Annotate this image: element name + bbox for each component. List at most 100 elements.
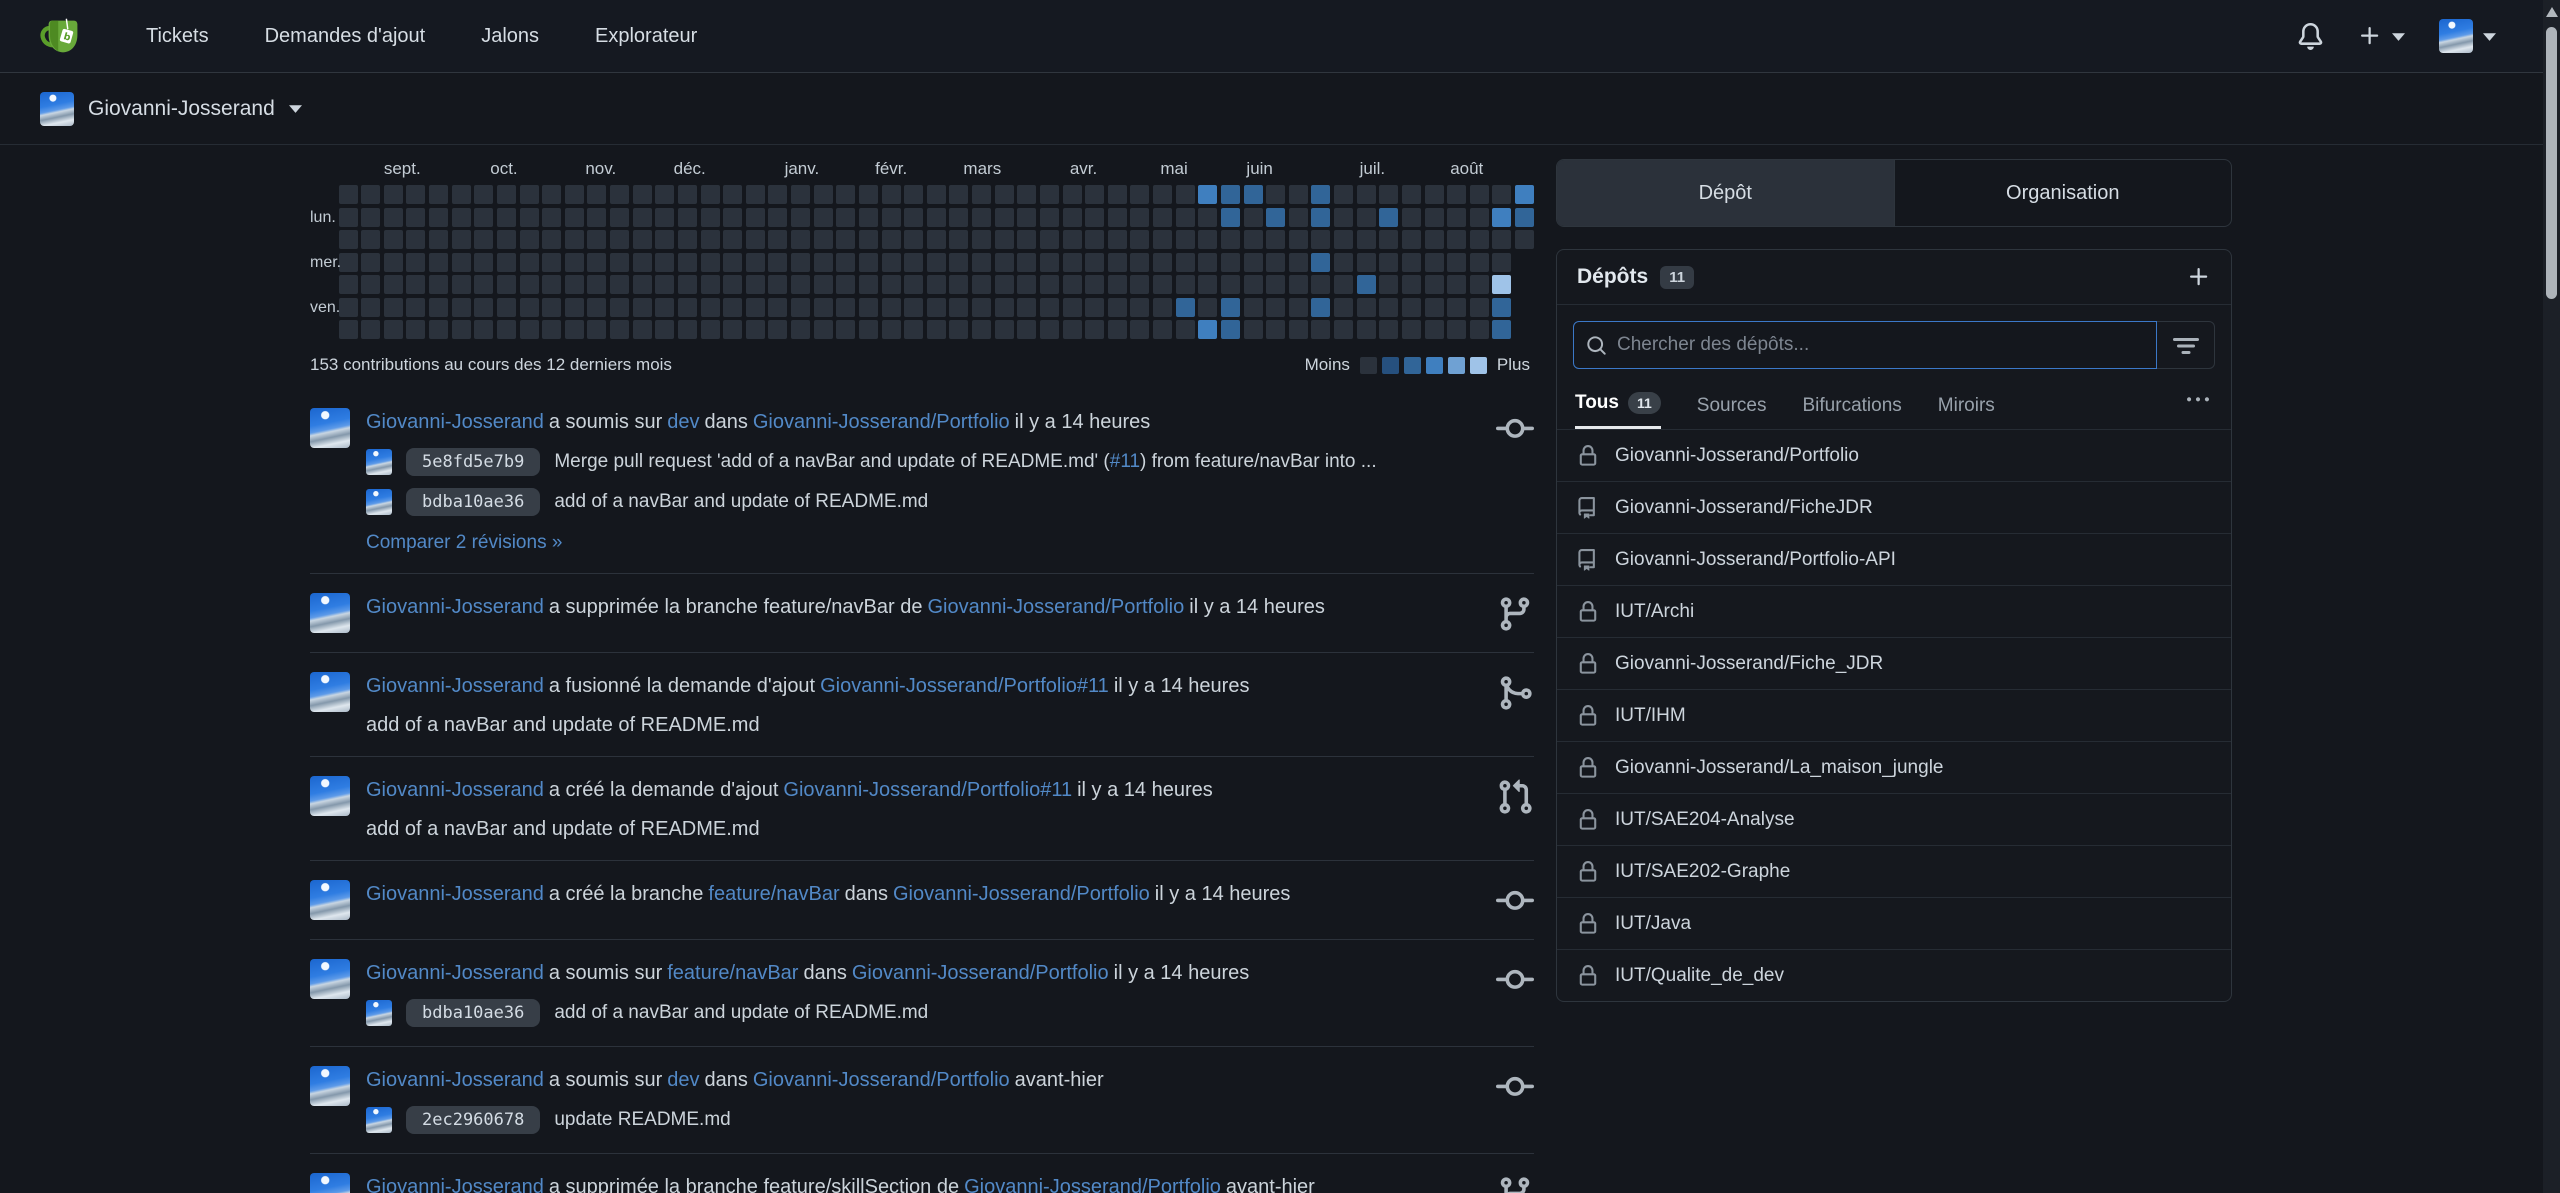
new-repository-button[interactable]	[2187, 265, 2211, 289]
heatmap-cell	[1289, 320, 1308, 339]
feed-link[interactable]: Giovanni-Josserand	[366, 411, 544, 433]
feed-link[interactable]: feature/navBar	[667, 962, 798, 984]
commit-hash-link[interactable]: 2ec2960678	[406, 1106, 540, 1134]
feed-link[interactable]: Giovanni-Josserand	[366, 1069, 544, 1091]
user-avatar[interactable]	[310, 776, 350, 816]
tab-dépôt[interactable]: Dépôt	[1557, 160, 1894, 226]
user-avatar[interactable]	[310, 408, 350, 448]
dashboard-main: sept.oct.nov.déc.janv.févr.marsavr.maiju…	[0, 145, 2560, 1193]
repo-list-item[interactable]: Giovanni-Josserand/Portfolio	[1557, 429, 2231, 481]
repo-list-item[interactable]: Giovanni-Josserand/FicheJDR	[1557, 481, 2231, 533]
compare-revisions-link[interactable]: Comparer 2 révisions »	[366, 532, 562, 554]
heatmap-cell	[1425, 185, 1444, 204]
feed-link[interactable]: Giovanni-Josserand/Portfolio	[753, 411, 1010, 433]
heatmap-cell	[520, 253, 539, 272]
tab-organisation[interactable]: Organisation	[1894, 160, 2232, 226]
repo-list-item[interactable]: Giovanni-Josserand/La_maison_jungle	[1557, 741, 2231, 793]
feed-link[interactable]: Giovanni-Josserand	[366, 962, 544, 984]
repo-filter-bifurcations[interactable]: Bifurcations	[1803, 387, 1902, 429]
gitea-logo[interactable]: b	[38, 11, 88, 61]
notifications-bell-icon[interactable]	[2297, 23, 2324, 50]
scrollbar-up-arrow-icon[interactable]	[2546, 7, 2558, 17]
feed-link[interactable]: Giovanni-Josserand	[366, 1176, 544, 1193]
repo-list-item[interactable]: IUT/Archi	[1557, 585, 2231, 637]
repo-list-item[interactable]: Giovanni-Josserand/Fiche_JDR	[1557, 637, 2231, 689]
user-switcher[interactable]: Giovanni-Josserand	[40, 92, 302, 126]
heatmap-cell	[633, 275, 652, 294]
commit-hash-link[interactable]: bdba10ae36	[406, 488, 540, 516]
user-menu-dropdown[interactable]	[2439, 19, 2496, 53]
commit-message-text: Merge pull request 'add of a navBar and …	[554, 451, 1109, 472]
heatmap-cell	[1153, 298, 1172, 317]
heatmap-cell	[768, 230, 787, 249]
heatmap-cell	[452, 253, 471, 272]
heatmap-cell	[904, 275, 923, 294]
navbar-item-1[interactable]: Demandes d'ajout	[237, 25, 454, 48]
heatmap-cell	[927, 185, 946, 204]
heatmap-cell	[1425, 230, 1444, 249]
feed-link[interactable]: Giovanni-Josserand	[366, 779, 544, 801]
feed-text: il y a 14 heures	[1015, 411, 1151, 433]
feed-link[interactable]: dev	[667, 411, 699, 433]
repo-list-item[interactable]: IUT/SAE202-Graphe	[1557, 845, 2231, 897]
heatmap-cell	[1334, 253, 1353, 272]
user-avatar[interactable]	[310, 959, 350, 999]
feed-entry-type	[1478, 1066, 1534, 1134]
feed-link[interactable]: Giovanni-Josserand/Portfolio	[927, 596, 1184, 618]
repo-list-item[interactable]: IUT/SAE204-Analyse	[1557, 793, 2231, 845]
heatmap-cell	[429, 298, 448, 317]
user-avatar[interactable]	[310, 880, 350, 920]
search-field	[1573, 321, 2157, 369]
contribution-heatmap: sept.oct.nov.déc.janv.févr.marsavr.maiju…	[310, 159, 1534, 375]
heatmap-cell-empty	[1515, 320, 1534, 339]
page-scrollbar[interactable]	[2543, 0, 2560, 1193]
feed-link[interactable]: dev	[667, 1069, 699, 1091]
heatmap-cell	[1266, 298, 1285, 317]
heatmap-cell	[339, 320, 358, 339]
heatmap-cell	[1198, 185, 1217, 204]
repo-list-item[interactable]: IUT/Qualite_de_dev	[1557, 949, 2231, 1001]
heatmap-cell	[882, 208, 901, 227]
issue-link[interactable]: #11	[1110, 451, 1140, 472]
heatmap-cell	[497, 275, 516, 294]
feed-entry-header: Giovanni-Josseranda créé la demande d'aj…	[366, 776, 1478, 804]
repository-search-input[interactable]	[1617, 334, 2144, 356]
repo-list-item[interactable]: Giovanni-Josserand/Portfolio-API	[1557, 533, 2231, 585]
feed-link[interactable]: Giovanni-Josserand/Portfolio#11	[820, 675, 1109, 697]
create-new-dropdown[interactable]	[2358, 24, 2405, 48]
heatmap-cell	[814, 230, 833, 249]
heatmap-cell	[972, 185, 991, 204]
feed-link[interactable]: Giovanni-Josserand	[366, 675, 544, 697]
repo-list-item[interactable]: IUT/IHM	[1557, 689, 2231, 741]
user-avatar[interactable]	[310, 593, 350, 633]
user-avatar[interactable]	[310, 1066, 350, 1106]
feed-link[interactable]: Giovanni-Josserand/Portfolio	[753, 1069, 1010, 1091]
repositories-title: Dépôts	[1577, 265, 1648, 289]
user-avatar[interactable]	[310, 672, 350, 712]
repo-filter-miroirs[interactable]: Miroirs	[1938, 387, 1995, 429]
more-filters-button[interactable]	[2187, 381, 2213, 429]
feed-link[interactable]: Giovanni-Josserand	[366, 596, 544, 618]
repository-filter-button[interactable]	[2157, 321, 2215, 369]
commit-hash-link[interactable]: bdba10ae36	[406, 999, 540, 1027]
user-avatar[interactable]	[310, 1173, 350, 1193]
navbar-item-3[interactable]: Explorateur	[567, 25, 725, 48]
navbar-item-2[interactable]: Jalons	[453, 25, 567, 48]
feed-link[interactable]: Giovanni-Josserand/Portfolio	[964, 1176, 1221, 1193]
navbar-item-0[interactable]: Tickets	[118, 25, 237, 48]
feed-link[interactable]: Giovanni-Josserand	[366, 883, 544, 905]
commit-hash-link[interactable]: 5e8fd5e7b9	[406, 448, 540, 476]
feed-link[interactable]: feature/navBar	[708, 883, 839, 905]
feed-link[interactable]: Giovanni-Josserand/Portfolio	[893, 883, 1150, 905]
feed-link[interactable]: Giovanni-Josserand/Portfolio#11	[783, 779, 1072, 801]
heatmap-cell	[1447, 298, 1466, 317]
repo-list-item[interactable]: IUT/Java	[1557, 897, 2231, 949]
lock-icon	[1577, 757, 1599, 779]
heatmap-cell	[1085, 320, 1104, 339]
repo-filter-sources[interactable]: Sources	[1697, 387, 1767, 429]
repo-filter-tous[interactable]: Tous11	[1575, 384, 1661, 429]
heatmap-cell	[565, 298, 584, 317]
feed-link[interactable]: Giovanni-Josserand/Portfolio	[852, 962, 1109, 984]
heatmap-grid	[339, 185, 1535, 339]
scrollbar-thumb[interactable]	[2546, 27, 2557, 299]
